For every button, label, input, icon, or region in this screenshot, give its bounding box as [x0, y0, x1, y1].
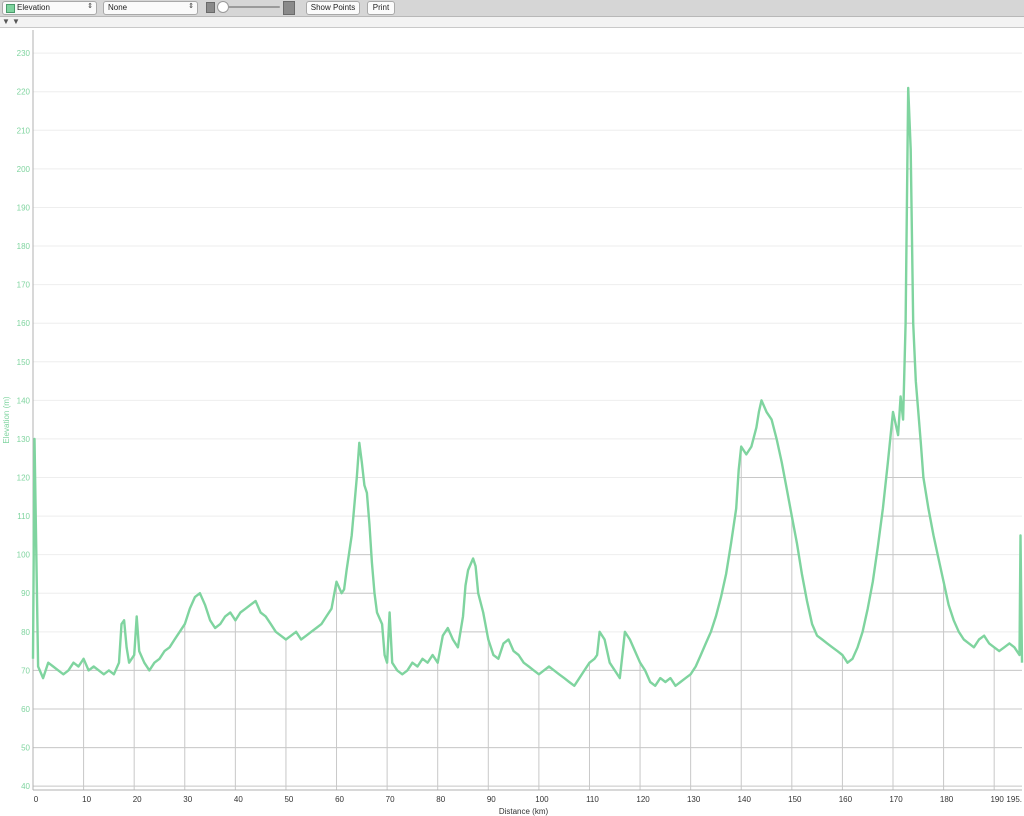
y-tick-label: 110	[17, 512, 30, 521]
zoom-in-icon[interactable]	[283, 1, 295, 15]
zoom-slider-track[interactable]	[220, 6, 280, 8]
elevation-series-line	[31, 86, 1024, 687]
y-tick-label: 200	[17, 165, 31, 174]
zoom-out-icon[interactable]	[206, 2, 215, 13]
y-tick-label: 50	[21, 744, 30, 753]
y-tick-label: 60	[21, 705, 30, 714]
y-axis-label: Elevation (m)	[2, 396, 11, 443]
toolbar: Elevation ⇕ None ⇕ Show Points Print	[0, 0, 1024, 17]
x-tick-label: 190	[990, 795, 1004, 804]
y-tick-label: 40	[21, 782, 30, 791]
y-tick-label: 140	[17, 396, 31, 405]
x-axis-label: Distance (km)	[499, 807, 549, 816]
show-points-button[interactable]: Show Points	[306, 1, 360, 15]
x-tick-label: 100	[535, 795, 549, 804]
x-tick-label: 120	[636, 795, 650, 804]
y-tick-label: 230	[17, 49, 31, 58]
y-tick-label: 210	[17, 126, 31, 135]
x-tick-label: 0	[34, 795, 39, 804]
x-tick-label: 90	[487, 795, 496, 804]
y-tick-label: 80	[21, 628, 30, 637]
series-select[interactable]: Elevation ⇕	[2, 1, 97, 15]
series-select-value: Elevation	[17, 3, 50, 12]
x-tick-label: 110	[586, 795, 599, 804]
x-tick-label: 60	[335, 795, 344, 804]
y-tick-label: 170	[17, 281, 31, 290]
chevron-updown-icon: ⇕	[188, 3, 194, 10]
chevron-updown-icon: ⇕	[87, 3, 93, 10]
y-tick-label: 100	[17, 551, 31, 560]
x-tick-label: 10	[82, 795, 91, 804]
y-tick-label: 160	[17, 319, 31, 328]
x-tick-label: 40	[234, 795, 243, 804]
x-tick-label: 30	[183, 795, 192, 804]
y-tick-label: 70	[21, 666, 30, 675]
x-tick-label: 80	[436, 795, 445, 804]
marker-bar: ▼ ▼	[0, 17, 1024, 28]
series-color-swatch	[6, 4, 15, 13]
compare-select[interactable]: None ⇕	[103, 1, 198, 15]
y-tick-label: 130	[17, 435, 31, 444]
y-tick-label: 150	[17, 358, 31, 367]
x-tick-label: 50	[284, 795, 293, 804]
y-tick-label: 120	[17, 474, 31, 483]
y-tick-label: 90	[21, 589, 30, 598]
marker-down-icon[interactable]: ▼	[12, 18, 20, 26]
x-tick-label: 70	[386, 795, 395, 804]
x-tick-label: 170	[889, 795, 903, 804]
x-tick-label: 150	[788, 795, 802, 804]
y-tick-labels: 40 50 60 70 80 90 100 110 120 130 140 150 160 170 180 1…	[17, 49, 31, 791]
zoom-slider-knob[interactable]	[217, 1, 229, 13]
grid-lines	[32, 52, 1022, 790]
x-tick-label: 195.	[1006, 795, 1022, 804]
x-tick-label: 180	[940, 795, 954, 804]
elevation-chart: 4050607080901001101201301401501601701801…	[2, 30, 1024, 816]
x-tick-label: 140	[738, 795, 752, 804]
y-tick-label: 220	[17, 88, 31, 97]
x-tick-label: 130	[687, 795, 701, 804]
y-tick-label: 190	[17, 203, 31, 212]
print-button[interactable]: Print	[367, 1, 395, 15]
marker-down-icon[interactable]: ▼	[2, 18, 10, 26]
x-tick-label: 160	[839, 795, 853, 804]
compare-select-value: None	[108, 3, 128, 12]
axes	[32, 30, 1022, 791]
y-tick-label: 180	[17, 242, 31, 251]
x-tick-labels: 0 10 20 30 40 50 60 70 80 90 100 110 120 130 140 150 160…	[34, 795, 1022, 804]
x-tick-label: 20	[133, 795, 142, 804]
